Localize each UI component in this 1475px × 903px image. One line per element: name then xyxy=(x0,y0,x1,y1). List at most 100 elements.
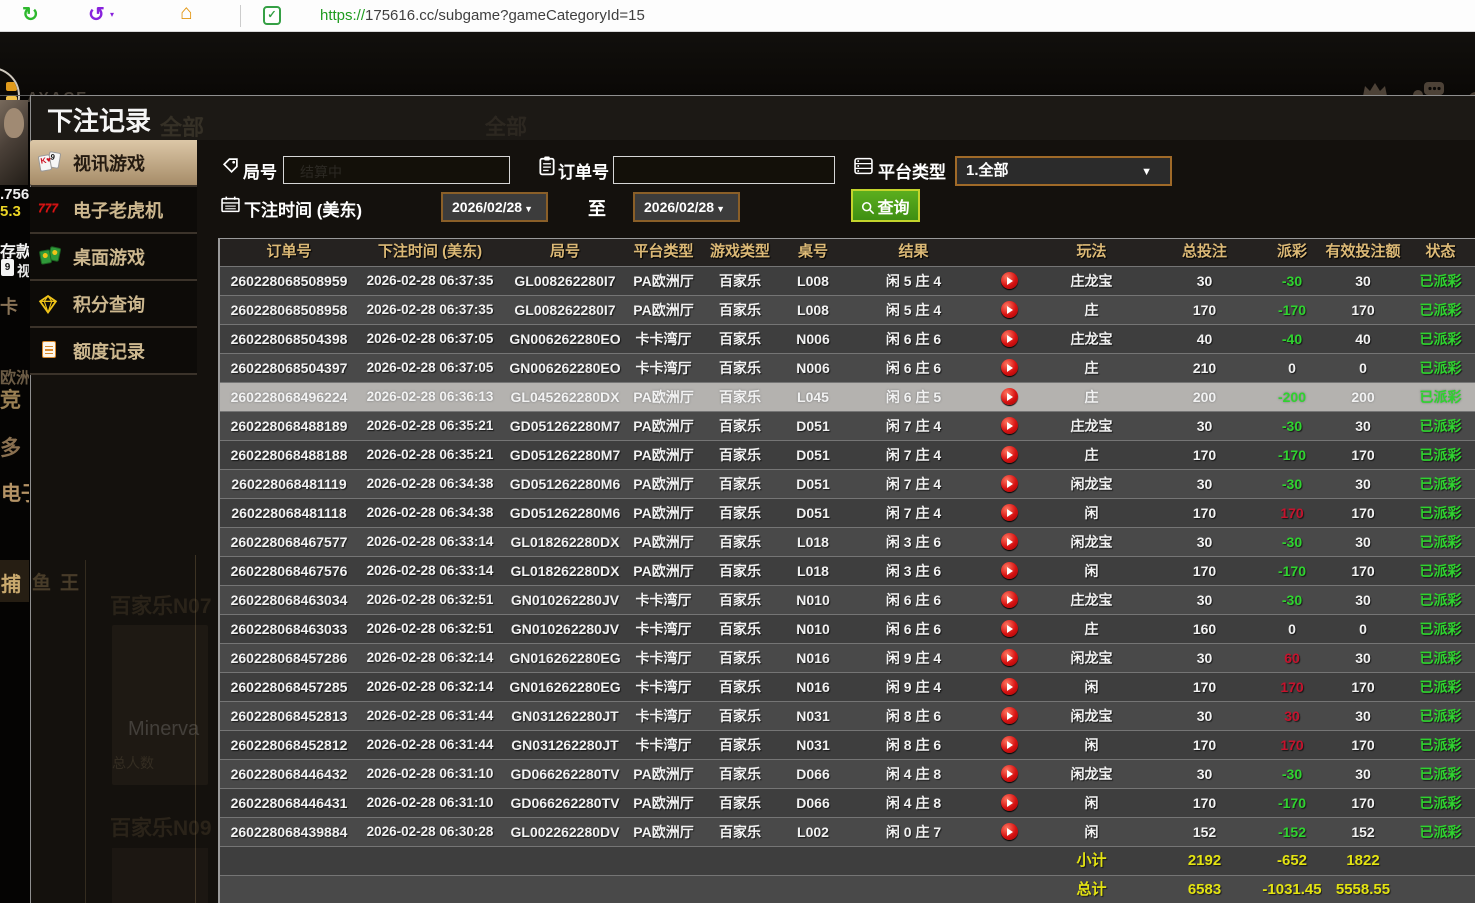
play-video-button[interactable] xyxy=(1000,446,1018,463)
play-video-button[interactable] xyxy=(1000,765,1018,782)
cell-valid-bet: 170 xyxy=(1351,679,1375,695)
table-row[interactable]: 260228068504398 2026-02-28 06:37:05 GN00… xyxy=(220,324,1475,353)
cell-valid-bet: 30 xyxy=(1355,273,1371,289)
sidebar-item-live-games[interactable]: 9 K♥ 视讯游戏 xyxy=(30,140,197,187)
back-history-caret-icon[interactable]: ▾ xyxy=(110,10,114,19)
play-video-button[interactable] xyxy=(1000,417,1018,434)
cell-total-bet: 30 xyxy=(1196,273,1213,289)
play-video-button[interactable] xyxy=(1000,359,1018,376)
cell-play-type: 庄龙宝 xyxy=(1070,331,1113,347)
table-row[interactable]: 260228068467576 2026-02-28 06:33:14 GL01… xyxy=(220,556,1475,585)
sidebar-item-slots[interactable]: 777 电子老虎机 xyxy=(30,187,197,234)
cell-platform: PA欧洲厅 xyxy=(633,418,694,434)
security-shield-icon[interactable]: ✓ xyxy=(263,6,281,25)
order-id-input[interactable] xyxy=(613,156,835,184)
table-row[interactable]: 260228068446432 2026-02-28 06:31:10 GD06… xyxy=(220,759,1475,788)
table-row[interactable]: 260228068457286 2026-02-28 06:32:14 GN01… xyxy=(220,643,1475,672)
document-icon xyxy=(38,340,66,362)
cell-result: 闲 3 庄 6 xyxy=(885,534,942,550)
table-row[interactable]: 260228068488189 2026-02-28 06:35:21 GD05… xyxy=(220,411,1475,440)
date-to-select[interactable]: 2026/02/28 ▼ xyxy=(633,192,740,222)
cell-round-id: GL018262280DX xyxy=(510,563,620,579)
play-video-button[interactable] xyxy=(1000,591,1018,608)
cell-play-type: 庄龙宝 xyxy=(1070,592,1113,608)
grand-total-total-bet: 6583 xyxy=(1187,881,1222,898)
cell-replay xyxy=(982,267,1036,295)
sidebar-item-label: 视讯游戏 xyxy=(73,153,145,174)
date-to-value: 2026/02/28 xyxy=(644,199,715,215)
play-video-button[interactable] xyxy=(1000,330,1018,347)
table-row[interactable]: 260228068439884 2026-02-28 06:30:28 GL00… xyxy=(220,817,1475,846)
play-video-button[interactable] xyxy=(1000,388,1018,405)
cell-total-bet: 152 xyxy=(1192,824,1217,840)
sidebar-item-points-inquiry[interactable]: 积分查询 xyxy=(30,281,197,328)
play-video-button[interactable] xyxy=(1000,736,1018,753)
sidebar-item-quota-record[interactable]: 额度记录 xyxy=(30,328,197,375)
cell-bet-time: 2026-02-28 06:30:28 xyxy=(366,824,494,839)
cell-play-type: 闲 xyxy=(1084,679,1099,695)
cell-status: 已派彩 xyxy=(1419,592,1462,608)
cell-payout: 60 xyxy=(1284,650,1300,666)
cell-status: 已派彩 xyxy=(1419,679,1462,695)
table-row[interactable]: 260228068508958 2026-02-28 06:37:35 GL00… xyxy=(220,295,1475,324)
play-video-button[interactable] xyxy=(1000,678,1018,695)
cell-game-type: 百家乐 xyxy=(719,708,761,724)
to-label: 至 xyxy=(588,199,606,219)
cell-game-type: 百家乐 xyxy=(719,592,761,608)
play-video-button[interactable] xyxy=(1000,272,1018,289)
play-video-button[interactable] xyxy=(1000,475,1018,492)
chevron-down-icon: ▼ xyxy=(524,204,533,214)
cell-platform: 卡卡湾厅 xyxy=(635,737,692,753)
play-video-button[interactable] xyxy=(1000,562,1018,579)
subtotal-total-bet: 2192 xyxy=(1187,852,1222,869)
back-icon[interactable]: ↺ xyxy=(88,2,105,27)
table-row[interactable]: 260228068504397 2026-02-28 06:37:05 GN00… xyxy=(220,353,1475,382)
sidebar-item-table-games[interactable]: 桌面游戏 xyxy=(30,234,197,281)
cell-result: 闲 6 庄 6 xyxy=(885,592,942,608)
table-row[interactable]: 260228068508959 2026-02-28 06:37:35 GL00… xyxy=(220,266,1475,295)
play-video-button[interactable] xyxy=(1000,649,1018,666)
date-from-select[interactable]: 2026/02/28 ▼ xyxy=(441,192,548,222)
table-row[interactable]: 260228068496224 2026-02-28 06:36:13 GL04… xyxy=(220,382,1475,411)
play-video-button[interactable] xyxy=(1000,794,1018,811)
home-icon[interactable]: ⌂ xyxy=(180,1,193,25)
table-row[interactable]: 260228068452812 2026-02-28 06:31:44 GN03… xyxy=(220,730,1475,759)
table-row[interactable]: 260228068463034 2026-02-28 06:32:51 GN01… xyxy=(220,585,1475,614)
table-row[interactable]: 260228068457285 2026-02-28 06:32:14 GN01… xyxy=(220,672,1475,701)
chevron-down-icon: ▼ xyxy=(716,204,725,214)
query-button[interactable]: 查询 xyxy=(851,189,920,222)
table-row[interactable]: 260228068463033 2026-02-28 06:32:51 GN01… xyxy=(220,614,1475,643)
cell-bet-time: 2026-02-28 06:32:51 xyxy=(366,592,494,607)
cell-result: 闲 7 庄 4 xyxy=(885,476,942,492)
address-bar[interactable]: https://175616.cc/subgame?gameCategoryId… xyxy=(320,7,645,24)
play-video-button[interactable] xyxy=(1000,301,1018,318)
play-video-button[interactable] xyxy=(1000,823,1018,840)
platform-type-select[interactable]: 1.全部 ▼ xyxy=(955,156,1172,186)
slot-777-icon: 777 xyxy=(38,200,59,215)
cell-round-id: GD066262280TV xyxy=(510,795,620,811)
background-avatar-photo xyxy=(0,100,28,185)
play-video-button[interactable] xyxy=(1000,504,1018,521)
grand-total-valid-bet: 5558.55 xyxy=(1335,881,1391,898)
cell-order-id: 260228068488189 xyxy=(230,418,348,434)
cell-payout: -30 xyxy=(1281,476,1303,492)
cell-table-no: N010 xyxy=(796,592,830,608)
play-video-button[interactable] xyxy=(1000,707,1018,724)
cell-total-bet: 170 xyxy=(1192,563,1217,579)
cell-replay xyxy=(982,644,1036,672)
table-row[interactable]: 260228068481119 2026-02-28 06:34:38 GD05… xyxy=(220,469,1475,498)
table-row[interactable]: 260228068467577 2026-02-28 06:33:14 GL01… xyxy=(220,527,1475,556)
table-row[interactable]: 260228068481118 2026-02-28 06:34:38 GD05… xyxy=(220,498,1475,527)
table-row[interactable]: 260228068452813 2026-02-28 06:31:44 GN03… xyxy=(220,701,1475,730)
cell-round-id: GD051262280M6 xyxy=(509,476,621,492)
cell-status: 已派彩 xyxy=(1419,360,1462,376)
play-video-button[interactable] xyxy=(1000,533,1018,550)
reload-icon[interactable]: ↻ xyxy=(22,2,39,27)
table-row[interactable]: 260228068488188 2026-02-28 06:35:21 GD05… xyxy=(220,440,1475,469)
cell-order-id: 260228068463033 xyxy=(230,621,348,637)
table-row[interactable]: 260228068446431 2026-02-28 06:31:10 GD06… xyxy=(220,788,1475,817)
play-video-button[interactable] xyxy=(1000,620,1018,637)
col-header-order-id: 订单号 xyxy=(266,243,312,260)
cell-bet-time: 2026-02-28 06:31:44 xyxy=(366,708,494,723)
cell-game-type: 百家乐 xyxy=(719,621,761,637)
